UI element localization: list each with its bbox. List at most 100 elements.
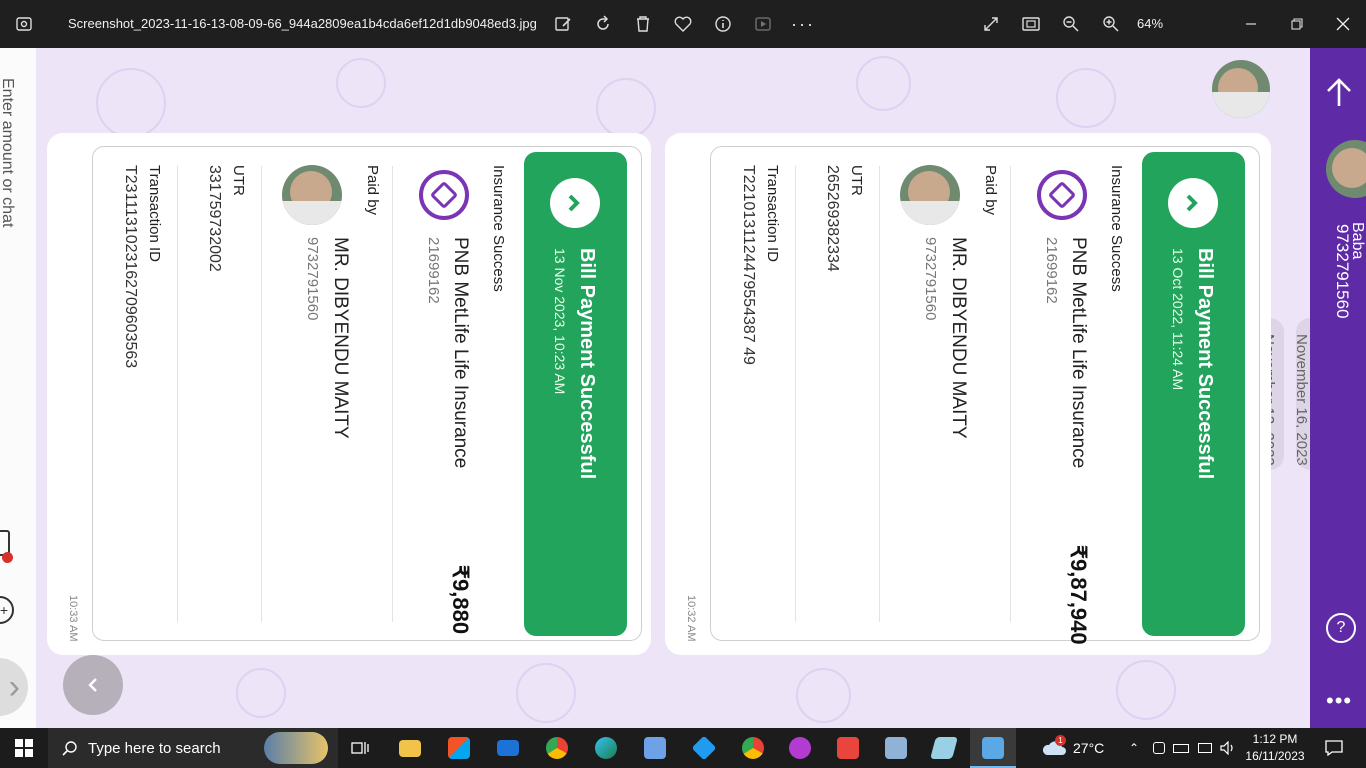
transaction-id-value: T2311131023162709603563 (122, 165, 139, 369)
rotate-icon[interactable] (592, 0, 614, 48)
paid-by-label: Paid by (364, 165, 381, 216)
info-icon[interactable] (712, 0, 734, 48)
weather-icon[interactable] (1040, 728, 1068, 768)
file-name: Screenshot_2023-11-16-13-08-09-66_944a28… (68, 16, 537, 31)
network-icon[interactable] (1196, 728, 1214, 768)
biller-id: 21699162 (425, 237, 442, 304)
chrome-profile-icon[interactable] (741, 728, 765, 768)
remote-desktop-icon[interactable] (884, 728, 908, 768)
photos-taskbar-icon[interactable] (643, 728, 667, 768)
previous-image-button[interactable] (63, 655, 123, 715)
taskbar-search[interactable]: Type here to search (48, 728, 338, 768)
status-title: Bill Payment Successful (1194, 248, 1216, 480)
fit-window-icon[interactable] (1020, 0, 1042, 48)
paid-by-label: Paid by (982, 165, 999, 216)
chrome-icon[interactable] (545, 728, 569, 768)
slideshow-icon[interactable] (752, 0, 774, 48)
payer-avatar (282, 165, 342, 225)
send-button[interactable]: › (0, 658, 28, 716)
amount: ₹9,880 (448, 565, 473, 635)
zoom-in-icon[interactable] (1100, 0, 1122, 48)
zoom-level: 64% (1137, 16, 1164, 31)
chat-area: November 13, 2023 November 16, 2023 Bill… (36, 48, 1310, 728)
contact-phone: 9732791560 (1333, 224, 1352, 319)
payer-phone: 9732791560 (304, 237, 321, 321)
weather-badge: 1 (1055, 735, 1066, 746)
add-icon[interactable]: + (0, 596, 14, 624)
wps-office-icon[interactable] (788, 728, 812, 768)
transaction-id-label: Transaction ID (146, 165, 163, 262)
notes-app-icon[interactable] (930, 728, 958, 768)
fullscreen-icon[interactable] (980, 0, 1002, 48)
status-title: Bill Payment Successful (576, 248, 598, 480)
sender-avatar (1212, 60, 1270, 118)
system-clock[interactable]: 1:12 PM 16/11/2023 (1240, 731, 1310, 765)
restore-icon[interactable] (1286, 0, 1308, 48)
close-icon[interactable] (1332, 0, 1354, 48)
clock-date: 16/11/2023 (1245, 749, 1305, 763)
help-icon[interactable]: ? (1326, 613, 1356, 643)
volume-icon[interactable] (1219, 728, 1237, 768)
insurance-icon (419, 170, 469, 220)
more-options-icon[interactable]: ··· (791, 0, 814, 48)
task-view-icon[interactable] (348, 728, 372, 768)
search-placeholder: Type here to search (88, 739, 221, 757)
transaction-id-value: T2210131124479554387 49 (740, 165, 757, 365)
utr-value: 331759732002 (206, 165, 223, 272)
photos-app-icon (12, 0, 36, 48)
clock-time: 1:12 PM (1252, 732, 1298, 746)
contact-avatar[interactable] (1326, 140, 1366, 198)
search-highlight-icon (264, 732, 328, 764)
title-bar: Screenshot_2023-11-16-13-08-09-66_944a28… (0, 0, 1366, 48)
favorite-icon[interactable] (672, 0, 694, 48)
notification-dot (2, 552, 13, 563)
status-datetime: 13 Nov 2023, 10:23 AM (552, 248, 568, 395)
minimize-icon[interactable] (1240, 0, 1262, 48)
windows-start-icon[interactable] (10, 728, 38, 768)
utr-label: UTR (848, 165, 865, 196)
store-icon[interactable] (447, 728, 471, 768)
payment-card[interactable]: Bill Payment Successful 13 Oct 2022, 11:… (665, 133, 1271, 655)
mail-icon[interactable] (496, 728, 520, 768)
category-label: Insurance Success (490, 165, 507, 292)
edge-icon[interactable] (594, 728, 618, 768)
status-datetime: 13 Oct 2022, 11:24 AM (1170, 248, 1186, 391)
chevron-left-icon (88, 678, 97, 692)
search-icon (62, 741, 77, 756)
more-icon[interactable]: ••• (1326, 688, 1352, 714)
insurance-icon (1037, 170, 1087, 220)
utr-label: UTR (230, 165, 247, 196)
biller-name: PNB MetLife Life Insurance (1068, 237, 1089, 469)
chat-header-panel: Baba 9732791560 ? ••• (1310, 48, 1366, 728)
payer-name: MR. DIBYENDU MAITY (948, 237, 969, 439)
edit-image-icon[interactable] (552, 0, 574, 48)
back-arrow-icon[interactable] (1324, 76, 1354, 108)
zoom-out-icon[interactable] (1060, 0, 1082, 48)
amount: ₹9,87,940 (1066, 545, 1091, 645)
file-explorer-icon[interactable] (398, 728, 422, 768)
utr-value: 265269382334 (824, 165, 841, 272)
status-banner: Bill Payment Successful 13 Nov 2023, 10:… (524, 152, 627, 636)
payer-name: MR. DIBYENDU MAITY (330, 237, 351, 439)
biller-id: 21699162 (1043, 237, 1060, 304)
status-banner: Bill Payment Successful 13 Oct 2022, 11:… (1142, 152, 1245, 636)
check-icon (550, 178, 600, 228)
delete-icon[interactable] (632, 0, 654, 48)
chevron-up-icon[interactable]: ⌃ (1126, 728, 1142, 768)
date-chip-next: November 16, 2023 (1296, 318, 1310, 470)
weather-temp[interactable]: 27°C (1073, 728, 1104, 768)
message-time: 10:33 AM (67, 595, 79, 642)
photos-active-app[interactable] (970, 728, 1016, 768)
vscode-icon[interactable] (691, 728, 717, 768)
payer-avatar (900, 165, 960, 225)
meet-now-icon[interactable] (1150, 728, 1168, 768)
payment-card[interactable]: Bill Payment Successful 13 Nov 2023, 10:… (47, 133, 651, 655)
battery-icon[interactable] (1172, 728, 1190, 768)
category-label: Insurance Success (1108, 165, 1125, 292)
payer-phone: 9732791560 (922, 237, 939, 321)
amount-chat-input[interactable]: Enter amount or chat (0, 78, 16, 227)
chat-input-strip: Enter amount or chat + › (0, 48, 36, 728)
anydesk-icon[interactable] (836, 728, 860, 768)
notifications-icon[interactable] (1322, 728, 1346, 768)
transaction-id-label: Transaction ID (764, 165, 781, 262)
